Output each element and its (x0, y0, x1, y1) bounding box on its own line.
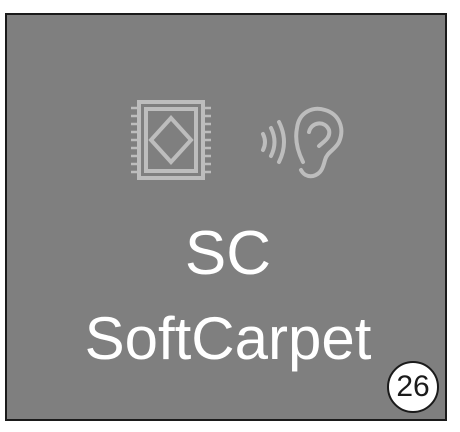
soft-carpet-mode-tile[interactable]: SC SoftCarpet 26 (5, 13, 447, 421)
soft-carpet-rug-icon (131, 100, 211, 180)
page-number: 26 (396, 370, 430, 403)
mode-name-label: SoftCarpet (84, 305, 372, 372)
acoustic-ear-icon (261, 106, 344, 179)
page-number-badge: 26 (387, 361, 439, 413)
mode-code-label: SC (184, 219, 272, 288)
